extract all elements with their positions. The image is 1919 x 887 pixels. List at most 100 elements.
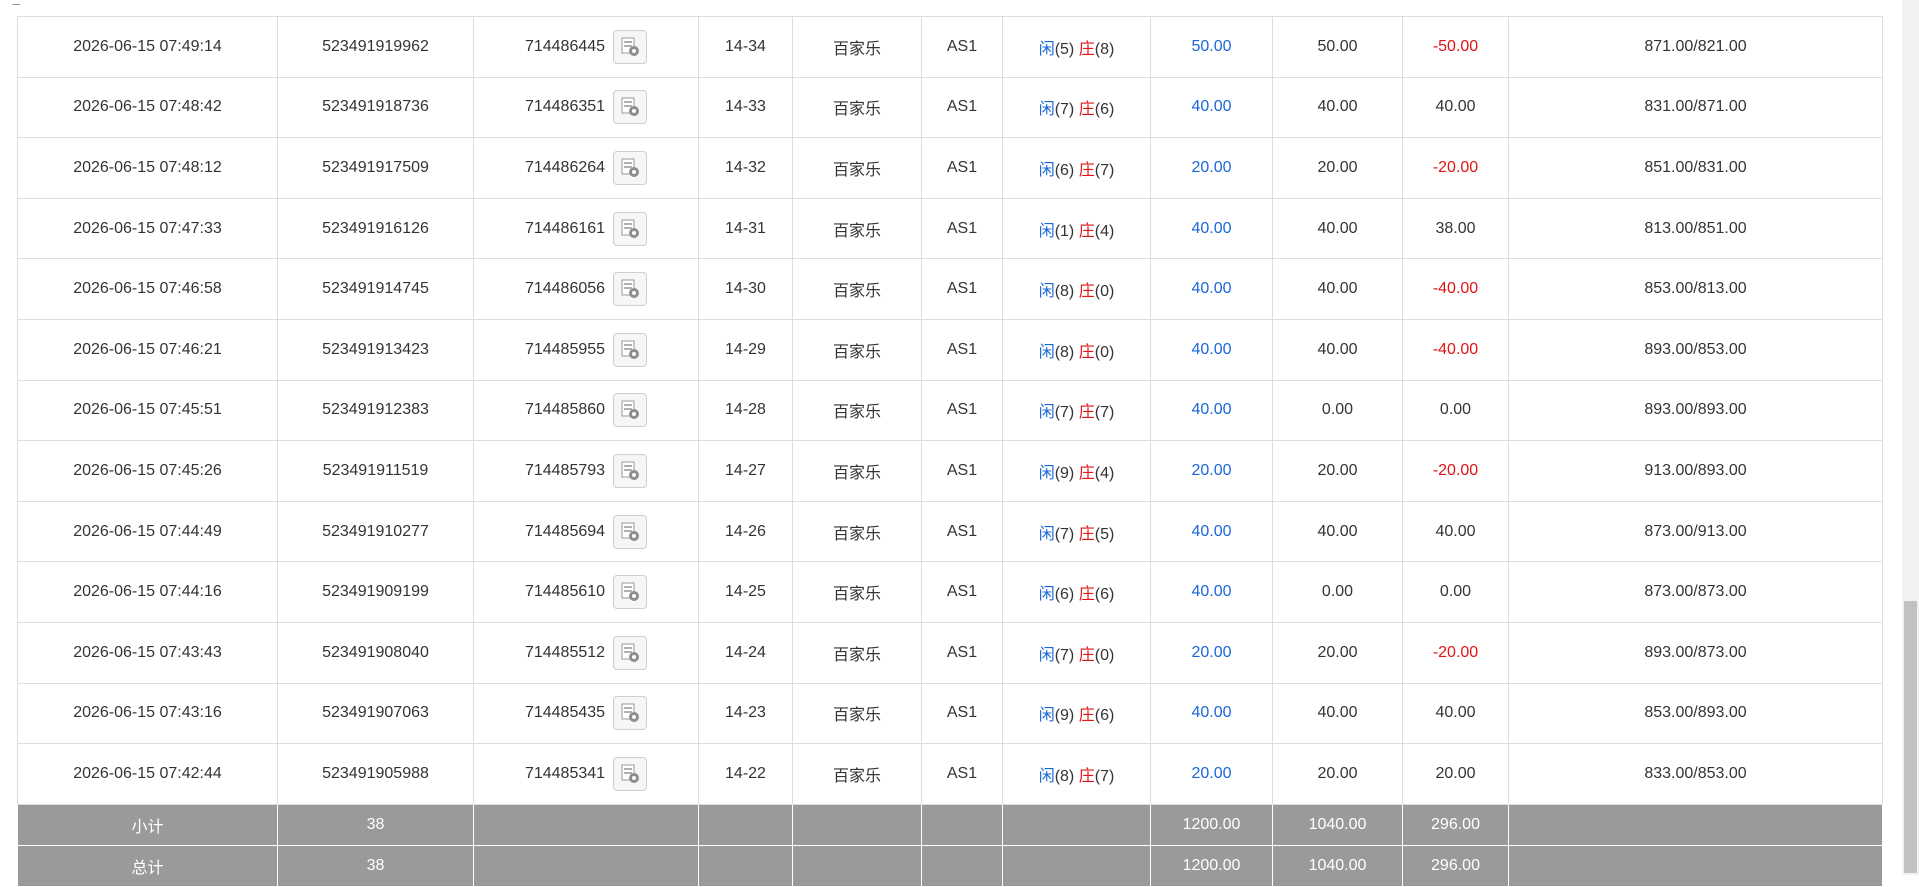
win-loss-cell: 0.00 — [1402, 379, 1509, 442]
banker-label: 庄 — [1078, 343, 1095, 361]
shoe-round-cell: 14-28 — [698, 379, 793, 442]
win-loss-cell: -40.00 — [1402, 318, 1509, 381]
result-picture-icon[interactable] — [613, 272, 648, 307]
subtotal-label: 小计 — [17, 803, 278, 846]
bet-time-cell: 2026-06-15 07:44:49 — [17, 500, 278, 563]
subtotal-row: 小计 38 1200.00 1040.00 296.00 — [17, 803, 1883, 846]
table-row: 2026-06-15 07:46:58 523491914745 7144860… — [17, 258, 1883, 320]
order-number-cell: 523491918736 — [277, 76, 474, 139]
player-points: (7) — [1054, 101, 1075, 119]
table-row: 2026-06-15 07:47:33 523491916126 7144861… — [17, 197, 1883, 260]
balance-cell: 893.00/893.00 — [1508, 379, 1883, 442]
player-label: 闲 — [1038, 464, 1055, 482]
order-number-cell: 523491912383 — [277, 379, 474, 442]
valid-bet-cell: 20.00 — [1272, 743, 1403, 805]
bet-time-cell: 2026-06-15 07:46:58 — [17, 258, 278, 320]
result-picture-icon[interactable] — [613, 150, 648, 185]
bet-records-table-wrap: 2026-06-15 07:49:14 523491919962 7144864… — [17, 16, 1883, 887]
table-summary: 小计 38 1200.00 1040.00 296.00 总计 38 1200.… — [17, 803, 1883, 887]
player-points: (1) — [1054, 222, 1075, 240]
balance-cell: 893.00/853.00 — [1508, 318, 1883, 381]
result-picture-icon[interactable] — [613, 514, 648, 549]
result-cell: 闲(7) 庄(5) — [1002, 500, 1151, 563]
balance-cell: 833.00/853.00 — [1508, 743, 1883, 805]
vertical-scrollbar[interactable] — [1902, 0, 1919, 875]
result-cell: 闲(7) 庄(0) — [1002, 621, 1151, 684]
win-loss-cell: 20.00 — [1402, 743, 1509, 805]
player-label: 闲 — [1038, 646, 1055, 664]
total-label: 总计 — [17, 844, 278, 887]
order-number-cell: 523491917509 — [277, 137, 474, 199]
banker-label: 庄 — [1078, 767, 1095, 785]
round-number: 714485955 — [524, 340, 606, 358]
balance-cell: 893.00/873.00 — [1508, 621, 1883, 684]
result-picture-icon[interactable] — [613, 453, 648, 488]
result-picture-icon[interactable] — [613, 332, 648, 367]
table-code-cell: AS1 — [921, 197, 1003, 260]
table-row: 2026-06-15 07:43:16 523491907063 7144854… — [17, 682, 1883, 745]
table-row: 2026-06-15 07:45:26 523491911519 7144857… — [17, 440, 1883, 502]
table-row: 2026-06-15 07:44:49 523491910277 7144856… — [17, 500, 1883, 563]
total-empty-cell — [698, 844, 793, 887]
result-picture-icon[interactable] — [613, 635, 648, 670]
bet-time-cell: 2026-06-15 07:44:16 — [17, 561, 278, 623]
win-loss-cell: 40.00 — [1402, 76, 1509, 139]
result-cell: 闲(7) 庄(6) — [1002, 76, 1151, 139]
valid-bet-cell: 20.00 — [1272, 137, 1403, 199]
game-type-cell: 百家乐 — [792, 76, 922, 139]
valid-bet-cell: 50.00 — [1272, 16, 1403, 78]
result-cell: 闲(8) 庄(7) — [1002, 743, 1151, 805]
table-row: 2026-06-15 07:43:43 523491908040 7144855… — [17, 621, 1883, 684]
result-picture-icon[interactable] — [613, 756, 648, 791]
result-picture-icon[interactable] — [613, 211, 648, 246]
bet-amount-cell: 20.00 — [1150, 743, 1273, 805]
bet-time-cell: 2026-06-15 07:45:26 — [17, 440, 278, 502]
result-cell: 闲(6) 庄(7) — [1002, 137, 1151, 199]
round-number-cell: 714485955 — [473, 318, 699, 381]
win-loss-cell: -20.00 — [1402, 440, 1509, 502]
valid-bet-cell: 0.00 — [1272, 561, 1403, 623]
shoe-round-cell: 14-27 — [698, 440, 793, 502]
bet-amount-cell: 20.00 — [1150, 440, 1273, 502]
result-picture-icon[interactable] — [613, 393, 648, 428]
round-number: 714485694 — [524, 522, 606, 540]
banker-points: (0) — [1094, 646, 1115, 664]
total-empty-cell — [1508, 844, 1883, 887]
round-number: 714485860 — [524, 401, 606, 419]
banker-label: 庄 — [1078, 404, 1095, 422]
round-number: 714486264 — [524, 158, 606, 176]
bet-time-cell: 2026-06-15 07:47:33 — [17, 197, 278, 260]
player-label: 闲 — [1038, 525, 1055, 543]
win-loss-cell: 0.00 — [1402, 561, 1509, 623]
order-number-cell: 523491913423 — [277, 318, 474, 381]
valid-bet-cell: 40.00 — [1272, 76, 1403, 139]
order-number-cell: 523491908040 — [277, 621, 474, 684]
table-code-cell: AS1 — [921, 16, 1003, 78]
bet-amount-cell: 40.00 — [1150, 500, 1273, 563]
result-picture-icon[interactable] — [613, 90, 648, 125]
player-label: 闲 — [1038, 343, 1055, 361]
result-cell: 闲(9) 庄(4) — [1002, 440, 1151, 502]
round-number: 714485610 — [524, 583, 606, 601]
total-row: 总计 38 1200.00 1040.00 296.00 — [17, 844, 1883, 887]
table-row: 2026-06-15 07:46:21 523491913423 7144859… — [17, 318, 1883, 381]
table-row: 2026-06-15 07:42:44 523491905988 7144853… — [17, 743, 1883, 805]
balance-cell: 851.00/831.00 — [1508, 137, 1883, 199]
valid-bet-cell: 40.00 — [1272, 258, 1403, 320]
result-picture-icon[interactable] — [613, 29, 648, 64]
banker-label: 庄 — [1078, 161, 1095, 179]
bet-amount-cell: 40.00 — [1150, 318, 1273, 381]
banker-label: 庄 — [1078, 525, 1095, 543]
result-picture-icon[interactable] — [613, 696, 648, 731]
banker-points: (8) — [1094, 40, 1115, 58]
balance-cell: 873.00/913.00 — [1508, 500, 1883, 563]
scrollbar-thumb[interactable] — [1904, 601, 1917, 873]
round-number: 714486351 — [524, 98, 606, 116]
subtotal-empty-cell — [792, 803, 922, 846]
round-number-cell: 714486351 — [473, 76, 699, 139]
result-picture-icon[interactable] — [613, 575, 648, 610]
banker-label: 庄 — [1078, 101, 1095, 119]
round-number: 714485341 — [524, 764, 606, 782]
player-points: (9) — [1054, 464, 1075, 482]
player-label: 闲 — [1038, 283, 1055, 301]
